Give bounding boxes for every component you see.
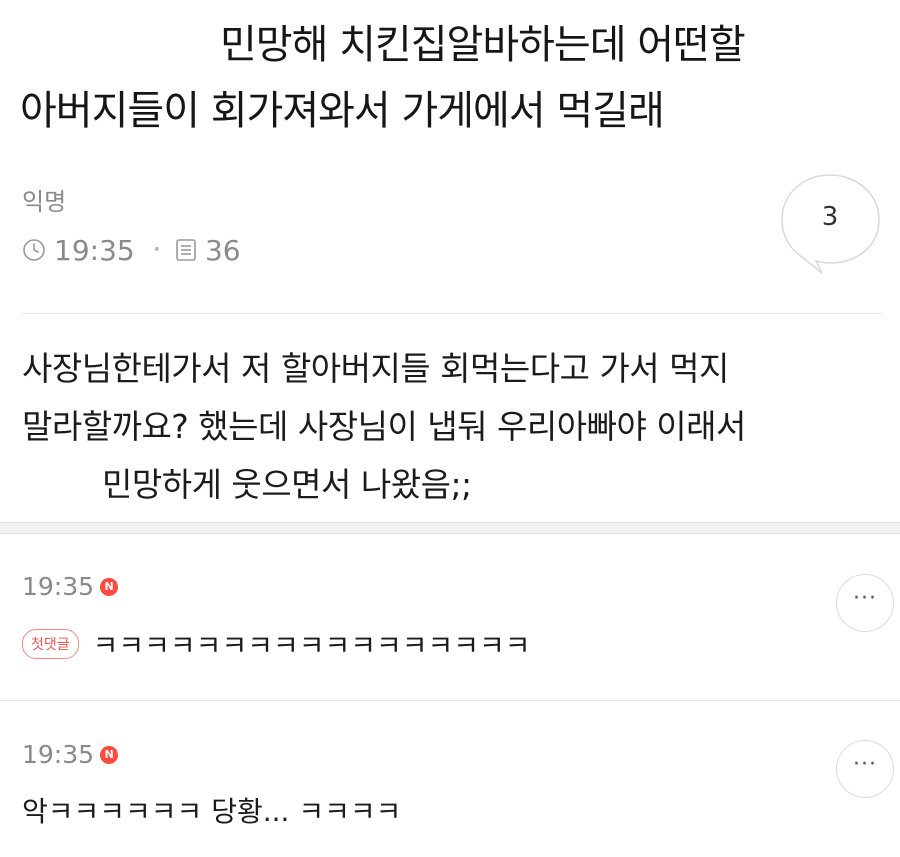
section-divider: [0, 522, 900, 534]
post-title: 민망해 치킨집알바하는데 어떤할 아버지들이 회가져와서 가게에서 먹길래: [20, 12, 880, 144]
comment-time: 19:35: [22, 572, 95, 601]
comment-text: ㅋㅋㅋㅋㅋㅋㅋㅋㅋㅋㅋㅋㅋㅋㅋㅋㅋ: [92, 629, 531, 662]
comment-time: 19:35: [22, 740, 95, 769]
view-count: 36: [204, 233, 241, 267]
divider: [0, 700, 900, 701]
meta-separator: •: [152, 242, 161, 258]
author-name: 익명: [22, 188, 67, 216]
comment-body: 악ㅋㅋㅋㅋㅋㅋ 당황... ㅋㅋㅋㅋ: [22, 790, 401, 830]
post-time: 19:35: [54, 233, 135, 267]
comment-count: 3: [821, 202, 839, 232]
post-body: 사장님한테가서 저 할아버지들 회먹는다고 가서 먹지 말라할까요? 했는데 사…: [22, 340, 882, 514]
comment-count-button[interactable]: 3: [778, 172, 884, 276]
comment-text: 악ㅋㅋㅋㅋㅋㅋ 당황... ㅋㅋㅋㅋ: [22, 795, 402, 828]
divider: [22, 313, 882, 314]
more-options-icon[interactable]: ···: [836, 574, 894, 632]
first-comment-tag: 첫댓글: [22, 629, 79, 659]
more-options-icon[interactable]: ···: [836, 740, 894, 798]
post-meta: 19:35 • 36: [22, 232, 241, 268]
new-badge: N: [100, 745, 119, 764]
document-icon: [175, 238, 197, 262]
comment-meta: 19:35 N: [22, 740, 119, 769]
comment-body: 첫댓글 ㅋㅋㅋㅋㅋㅋㅋㅋㅋㅋㅋㅋㅋㅋㅋㅋㅋ: [22, 624, 531, 664]
post-body-line-1: 사장님한테가서 저 할아버지들 회먹는다고 가서 먹지: [22, 349, 729, 388]
post-title-line-1: 민망해 치킨집알바하는데 어떤할: [220, 22, 746, 68]
comment-meta: 19:35 N: [22, 572, 119, 601]
clock-icon: [22, 238, 46, 262]
new-badge: N: [100, 577, 119, 596]
post-title-line-2: 아버지들이 회가져와서 가게에서 먹길래: [20, 88, 665, 134]
post-body-line-3: 민망하게 웃으면서 나왔음;;: [102, 465, 472, 504]
post-body-line-2: 말라할까요? 했는데 사장님이 냅둬 우리아빠야 이래서: [22, 407, 746, 446]
